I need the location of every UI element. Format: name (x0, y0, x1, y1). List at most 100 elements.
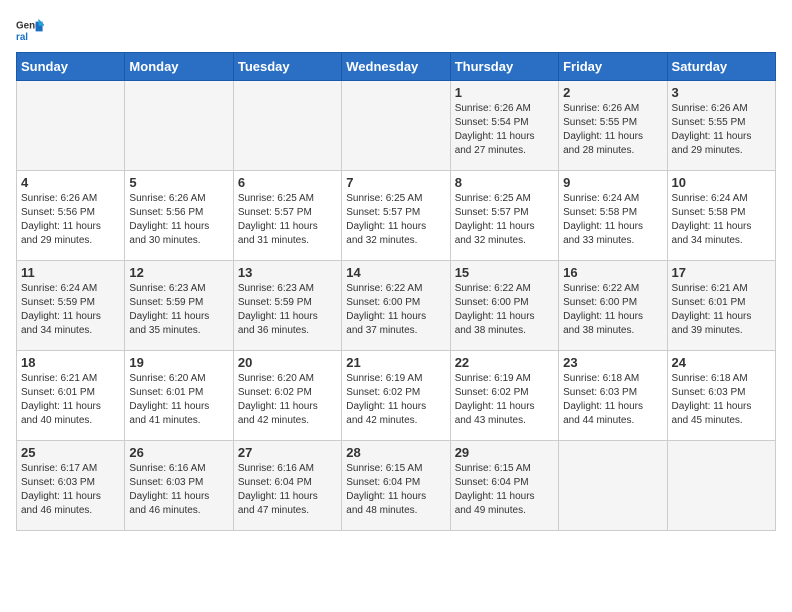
cell-content: Sunrise: 6:19 AM Sunset: 6:02 PM Dayligh… (455, 372, 554, 428)
calendar-cell: 9 Sunrise: 6:24 AM Sunset: 5:58 PM Daylig… (559, 171, 667, 261)
calendar-cell: 3Sunrise: 6:26 AM Sunset: 5:55 PM Daylig… (667, 81, 775, 171)
column-header-friday: Friday (559, 53, 667, 81)
day-number: 20 (238, 355, 337, 370)
header-row: SundayMondayTuesdayWednesdayThursdayFrid… (17, 53, 776, 81)
cell-content: Sunrise: 6:15 AM Sunset: 6:04 PM Dayligh… (455, 462, 554, 518)
cell-content: Sunrise: 6:25 AM Sunset: 5:57 PM Dayligh… (346, 192, 445, 248)
calendar-cell (17, 81, 125, 171)
cell-content: Sunrise: 6:26 AM Sunset: 5:54 PM Dayligh… (455, 102, 554, 158)
calendar-cell: 15 Sunrise: 6:22 AM Sunset: 6:00 PM Dayli… (450, 261, 558, 351)
calendar-cell: 22 Sunrise: 6:19 AM Sunset: 6:02 PM Dayli… (450, 351, 558, 441)
day-number: 5 (129, 175, 228, 190)
cell-content: Sunrise: 6:21 AM Sunset: 6:01 PM Dayligh… (672, 282, 771, 338)
calendar-cell: 29 Sunrise: 6:15 AM Sunset: 6:04 PM Dayli… (450, 441, 558, 531)
calendar-cell: 2 Sunrise: 6:26 AM Sunset: 5:55 PM Daylig… (559, 81, 667, 171)
day-number: 25 (21, 445, 120, 460)
calendar-cell: 12 Sunrise: 6:23 AM Sunset: 5:59 PM Dayli… (125, 261, 233, 351)
week-row-3: 11 Sunrise: 6:24 AM Sunset: 5:59 PM Dayli… (17, 261, 776, 351)
day-number: 7 (346, 175, 445, 190)
cell-content: Sunrise: 6:16 AM Sunset: 6:04 PM Dayligh… (238, 462, 337, 518)
day-number: 22 (455, 355, 554, 370)
calendar-cell: 6 Sunrise: 6:25 AM Sunset: 5:57 PM Daylig… (233, 171, 341, 261)
calendar-cell: 28 Sunrise: 6:15 AM Sunset: 6:04 PM Dayli… (342, 441, 450, 531)
svg-text:ral: ral (16, 32, 28, 43)
header: Gene ral (16, 16, 776, 44)
week-row-1: 1 Sunrise: 6:26 AM Sunset: 5:54 PM Daylig… (17, 81, 776, 171)
cell-content: Sunrise: 6:22 AM Sunset: 6:00 PM Dayligh… (346, 282, 445, 338)
calendar-cell: 1 Sunrise: 6:26 AM Sunset: 5:54 PM Daylig… (450, 81, 558, 171)
day-number: 4 (21, 175, 120, 190)
day-number: 28 (346, 445, 445, 460)
cell-content: Sunrise: 6:25 AM Sunset: 5:57 PM Dayligh… (238, 192, 337, 248)
cell-content: Sunrise: 6:21 AM Sunset: 6:01 PM Dayligh… (21, 372, 120, 428)
cell-content: Sunrise: 6:22 AM Sunset: 6:00 PM Dayligh… (455, 282, 554, 338)
cell-content: Sunrise: 6:23 AM Sunset: 5:59 PM Dayligh… (129, 282, 228, 338)
cell-content: Sunrise: 6:26 AM Sunset: 5:56 PM Dayligh… (129, 192, 228, 248)
calendar-cell (125, 81, 233, 171)
calendar-cell (667, 441, 775, 531)
calendar-cell: 13 Sunrise: 6:23 AM Sunset: 5:59 PM Dayli… (233, 261, 341, 351)
day-number: 8 (455, 175, 554, 190)
calendar-cell: 24Sunrise: 6:18 AM Sunset: 6:03 PM Dayli… (667, 351, 775, 441)
cell-content: Sunrise: 6:24 AM Sunset: 5:58 PM Dayligh… (672, 192, 771, 248)
day-number: 11 (21, 265, 120, 280)
column-header-tuesday: Tuesday (233, 53, 341, 81)
calendar-cell: 19 Sunrise: 6:20 AM Sunset: 6:01 PM Dayli… (125, 351, 233, 441)
generalblue-icon: Gene ral (16, 16, 44, 44)
calendar-cell (342, 81, 450, 171)
day-number: 2 (563, 85, 662, 100)
cell-content: Sunrise: 6:26 AM Sunset: 5:55 PM Dayligh… (563, 102, 662, 158)
cell-content: Sunrise: 6:18 AM Sunset: 6:03 PM Dayligh… (672, 372, 771, 428)
day-number: 29 (455, 445, 554, 460)
day-number: 27 (238, 445, 337, 460)
column-header-thursday: Thursday (450, 53, 558, 81)
day-number: 12 (129, 265, 228, 280)
cell-content: Sunrise: 6:26 AM Sunset: 5:56 PM Dayligh… (21, 192, 120, 248)
cell-content: Sunrise: 6:20 AM Sunset: 6:01 PM Dayligh… (129, 372, 228, 428)
cell-content: Sunrise: 6:19 AM Sunset: 6:02 PM Dayligh… (346, 372, 445, 428)
week-row-4: 18Sunrise: 6:21 AM Sunset: 6:01 PM Dayli… (17, 351, 776, 441)
calendar-cell: 17 Sunrise: 6:21 AM Sunset: 6:01 PM Dayli… (667, 261, 775, 351)
calendar-cell: 26 Sunrise: 6:16 AM Sunset: 6:03 PM Dayli… (125, 441, 233, 531)
cell-content: Sunrise: 6:24 AM Sunset: 5:58 PM Dayligh… (563, 192, 662, 248)
week-row-5: 25 Sunrise: 6:17 AM Sunset: 6:03 PM Dayli… (17, 441, 776, 531)
cell-content: Sunrise: 6:20 AM Sunset: 6:02 PM Dayligh… (238, 372, 337, 428)
calendar-cell (233, 81, 341, 171)
calendar-body: 1 Sunrise: 6:26 AM Sunset: 5:54 PM Daylig… (17, 81, 776, 531)
day-number: 3 (672, 85, 771, 100)
calendar-cell: 4 Sunrise: 6:26 AM Sunset: 5:56 PM Daylig… (17, 171, 125, 261)
cell-content: Sunrise: 6:23 AM Sunset: 5:59 PM Dayligh… (238, 282, 337, 338)
calendar-cell: 23Sunrise: 6:18 AM Sunset: 6:03 PM Dayli… (559, 351, 667, 441)
day-number: 1 (455, 85, 554, 100)
calendar-cell: 20 Sunrise: 6:20 AM Sunset: 6:02 PM Dayli… (233, 351, 341, 441)
day-number: 16 (563, 265, 662, 280)
cell-content: Sunrise: 6:16 AM Sunset: 6:03 PM Dayligh… (129, 462, 228, 518)
calendar-cell: 16Sunrise: 6:22 AM Sunset: 6:00 PM Dayli… (559, 261, 667, 351)
day-number: 15 (455, 265, 554, 280)
day-number: 21 (346, 355, 445, 370)
calendar-cell: 21 Sunrise: 6:19 AM Sunset: 6:02 PM Dayli… (342, 351, 450, 441)
cell-content: Sunrise: 6:17 AM Sunset: 6:03 PM Dayligh… (21, 462, 120, 518)
column-header-sunday: Sunday (17, 53, 125, 81)
calendar-cell: 8 Sunrise: 6:25 AM Sunset: 5:57 PM Daylig… (450, 171, 558, 261)
day-number: 14 (346, 265, 445, 280)
day-number: 26 (129, 445, 228, 460)
day-number: 13 (238, 265, 337, 280)
calendar-cell: 5 Sunrise: 6:26 AM Sunset: 5:56 PM Daylig… (125, 171, 233, 261)
day-number: 9 (563, 175, 662, 190)
cell-content: Sunrise: 6:25 AM Sunset: 5:57 PM Dayligh… (455, 192, 554, 248)
column-header-saturday: Saturday (667, 53, 775, 81)
day-number: 6 (238, 175, 337, 190)
day-number: 17 (672, 265, 771, 280)
day-number: 23 (563, 355, 662, 370)
calendar-cell: 14 Sunrise: 6:22 AM Sunset: 6:00 PM Dayli… (342, 261, 450, 351)
calendar-table: SundayMondayTuesdayWednesdayThursdayFrid… (16, 52, 776, 531)
column-header-wednesday: Wednesday (342, 53, 450, 81)
day-number: 19 (129, 355, 228, 370)
cell-content: Sunrise: 6:15 AM Sunset: 6:04 PM Dayligh… (346, 462, 445, 518)
cell-content: Sunrise: 6:24 AM Sunset: 5:59 PM Dayligh… (21, 282, 120, 338)
column-header-monday: Monday (125, 53, 233, 81)
calendar-cell (559, 441, 667, 531)
calendar-cell: 27 Sunrise: 6:16 AM Sunset: 6:04 PM Dayli… (233, 441, 341, 531)
calendar-cell: 7 Sunrise: 6:25 AM Sunset: 5:57 PM Daylig… (342, 171, 450, 261)
